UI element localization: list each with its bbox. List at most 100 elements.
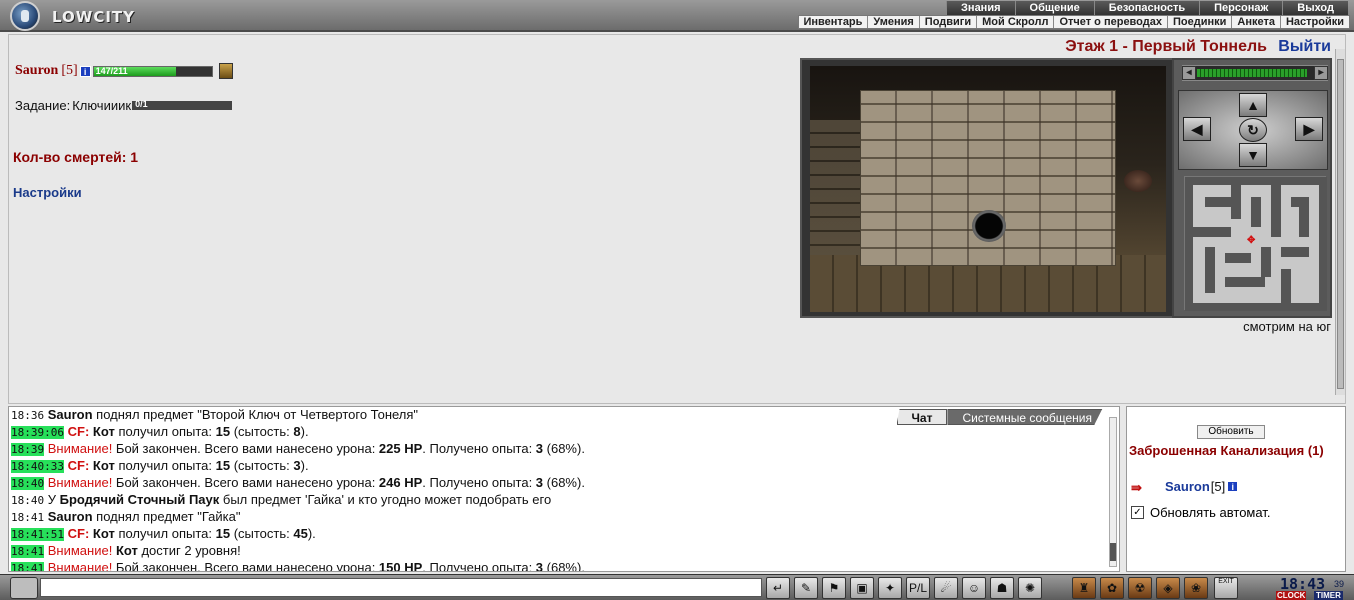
settings-link[interactable]: Настройки: [13, 185, 82, 200]
minimap-wall: [1271, 185, 1281, 237]
edit-icon[interactable]: ✎: [794, 577, 818, 599]
center-refresh-icon[interactable]: ↻: [1239, 118, 1267, 142]
refresh-button[interactable]: Обновить: [1197, 425, 1265, 439]
gem-icon[interactable]: ◈: [1156, 577, 1180, 599]
helmet-icon[interactable]: ☗: [990, 577, 1014, 599]
exit-small-button[interactable]: EXIT: [1214, 577, 1238, 599]
send-icon[interactable]: ↵: [766, 577, 790, 599]
chat-text: (сытость:: [230, 526, 294, 541]
submenu-inventory[interactable]: Инвентарь: [799, 16, 869, 28]
main-scrollbar-thumb[interactable]: [1337, 59, 1344, 389]
chat-timestamp[interactable]: 18:39: [11, 443, 45, 456]
chat-text: . Получено опыта:: [422, 560, 536, 572]
chat-input[interactable]: [40, 578, 762, 597]
chat-text: получил опыта:: [114, 424, 216, 439]
chat-timestamp[interactable]: 18:41:51: [11, 528, 64, 541]
menu-character[interactable]: Персонаж: [1199, 1, 1283, 15]
game-logo[interactable]: LOWCITY: [6, 1, 156, 31]
move-back-icon[interactable]: ▼: [1239, 143, 1267, 167]
fire-icon[interactable]: ☄: [934, 577, 958, 599]
location-players-panel: Обновить Заброшенная Канализация (1) ⇛ S…: [1126, 406, 1346, 572]
turn-right-icon[interactable]: ▶: [1295, 117, 1323, 141]
chat-timestamp[interactable]: 18:36: [11, 409, 44, 422]
chat-timestamp[interactable]: 18:40:33: [11, 460, 64, 473]
info-icon[interactable]: i: [79, 65, 91, 77]
task-name: Ключииик: [72, 98, 132, 113]
submenu-duels[interactable]: Поединки: [1168, 16, 1233, 28]
arrow-right-icon[interactable]: ▸: [1314, 66, 1328, 80]
castle-icon[interactable]: ♜: [1072, 577, 1096, 599]
chat-scrollbar[interactable]: [1109, 417, 1117, 567]
chat-timestamp[interactable]: 18:41: [11, 562, 45, 571]
chat-text: 3: [293, 458, 301, 473]
menu-communication[interactable]: Общение: [1014, 1, 1094, 15]
save-icon[interactable]: ▣: [850, 577, 874, 599]
dance-icon[interactable]: ✦: [878, 577, 902, 599]
deaths-counter: Кол-во смертей: 1: [13, 149, 139, 165]
scroll-icon[interactable]: [218, 63, 233, 79]
clock-label[interactable]: CLOCK: [1276, 591, 1307, 600]
pipe-hole[interactable]: [972, 210, 1006, 242]
chat-text: Бой закончен. Всего вами нанесено урона:: [112, 441, 379, 456]
pl-icon[interactable]: P/L: [906, 577, 930, 599]
chat-timestamp[interactable]: 18:41: [11, 545, 45, 558]
minimap-wall: [1281, 247, 1309, 257]
chat-timestamp[interactable]: 18:39:06: [11, 426, 64, 439]
chat-message: 18:39:06 CF: Кот получил опыта: 15 (сыто…: [11, 424, 1101, 441]
chat-timestamp[interactable]: 18:40: [11, 477, 45, 490]
bottom-toolbar: 18:43 39 CLOCK TIMER ↵ ✎ ⚑ ▣ ✦ P/L ☄ ☺ ☗ ✺ ♜ ✿ ☢ ◈ ❀ EX…: [0, 574, 1354, 600]
submenu-transfer-report[interactable]: Отчет о переводах: [1054, 16, 1168, 28]
hazard-icon[interactable]: ☢: [1128, 577, 1152, 599]
submenu-profile[interactable]: Анкета: [1232, 16, 1281, 28]
chat-timestamp[interactable]: 18:40: [11, 494, 44, 507]
chat-message: 18:41 Sauron поднял предмет "Гайка": [11, 509, 1101, 526]
spider-icon[interactable]: [1124, 170, 1152, 192]
character-level: [5]: [61, 63, 78, 78]
chat-message: 18:40 Внимание! Бой закончен. Всего вами…: [11, 475, 1101, 492]
menu-exit[interactable]: Выход: [1282, 1, 1348, 15]
chat-scrollbar-thumb[interactable]: [1110, 543, 1116, 561]
main-scrollbar[interactable]: [1335, 49, 1345, 395]
exit-link[interactable]: Выйти: [1278, 38, 1331, 56]
chat-text: Бой закончен. Всего вами нанесено урона:: [112, 560, 379, 572]
chat-text: достиг 2 уровня!: [137, 543, 241, 558]
arrow-left-icon[interactable]: ◂: [1182, 66, 1196, 80]
chat-text: CF:: [67, 526, 90, 541]
chat-text: Кот: [92, 424, 115, 439]
timer-label[interactable]: TIMER: [1314, 591, 1343, 600]
chat-text: 246 HP: [378, 475, 423, 490]
minimap-wall: [1205, 247, 1215, 293]
menu-knowledge[interactable]: Знания: [946, 1, 1015, 15]
menu-security[interactable]: Безопасность: [1093, 1, 1200, 15]
smile-icon[interactable]: ☺: [962, 577, 986, 599]
submenu-settings[interactable]: Настройки: [1281, 16, 1349, 28]
turn-left-icon[interactable]: ◀: [1183, 117, 1211, 141]
spark-icon[interactable]: ✺: [1018, 577, 1042, 599]
chat-text[interactable]: Sauron: [48, 509, 93, 524]
auto-update-checkbox[interactable]: ✓: [1131, 506, 1144, 519]
submenu-skills[interactable]: Умения: [868, 16, 920, 28]
chat-text: 45: [293, 526, 308, 541]
flower-icon[interactable]: ✿: [1100, 577, 1124, 599]
chat-message: 18:39 Внимание! Бой закончен. Всего вами…: [11, 441, 1101, 458]
tab-system-messages[interactable]: Системные сообщения: [947, 409, 1103, 425]
player-name[interactable]: Sauron: [1165, 479, 1210, 494]
submenu-achievements[interactable]: Подвиги: [920, 16, 978, 28]
submenu-my-scroll[interactable]: Мой Скролл: [977, 16, 1055, 28]
move-forward-icon[interactable]: ▲: [1239, 93, 1267, 117]
tab-chat[interactable]: Чат: [896, 409, 948, 425]
chat-timestamp[interactable]: 18:41: [11, 511, 44, 524]
chat-text: ).: [300, 458, 309, 473]
chat-text: У: [47, 492, 60, 507]
player-info-icon[interactable]: i: [1227, 481, 1239, 492]
main-panel: Sauron [5] i 147/211 Задание: Ключииик 0…: [8, 34, 1346, 404]
chat-smile-icon[interactable]: [10, 577, 38, 599]
chat-text: (сытость:: [230, 458, 294, 473]
dungeon-view[interactable]: [800, 58, 1174, 318]
task-label: Задание:: [15, 98, 71, 113]
chat-text[interactable]: Sauron: [48, 407, 93, 422]
flag-icon[interactable]: ⚑: [822, 577, 846, 599]
decor-icon[interactable]: ❀: [1184, 577, 1208, 599]
chat-text: Кот: [115, 543, 138, 558]
character-name[interactable]: Sauron: [15, 63, 58, 79]
